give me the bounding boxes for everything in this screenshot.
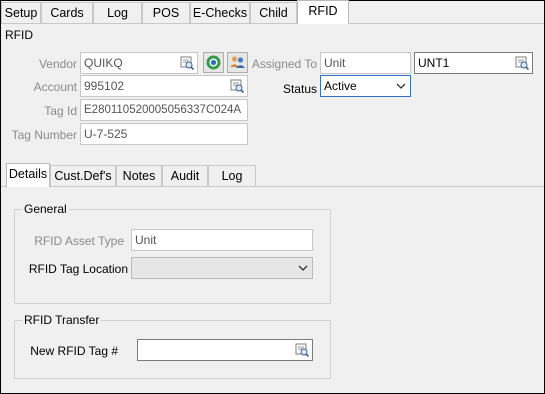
tab-rfid[interactable]: RFID — [297, 0, 349, 24]
account-value: 995102 — [84, 79, 125, 93]
tag-id-field[interactable]: E280110520005056337C024A — [80, 99, 248, 121]
tab-log[interactable]: Log — [93, 2, 142, 23]
vendor-field[interactable]: QUIKQ — [80, 52, 198, 74]
tab-cust-defs[interactable]: Cust.Def's — [50, 165, 116, 186]
users-icon — [230, 56, 245, 68]
tag-number-label: Tag Number — [11, 128, 77, 142]
lookup-icon[interactable] — [180, 56, 194, 70]
detail-tab-divider — [1, 186, 544, 187]
tab-echecks[interactable]: E-Checks — [190, 2, 250, 23]
refresh-globe-icon — [206, 55, 221, 70]
tab-pos[interactable]: POS — [142, 2, 190, 23]
tag-location-select[interactable] — [131, 257, 313, 279]
tab-strip-divider — [1, 23, 544, 24]
users-button[interactable] — [227, 52, 248, 73]
assigned-to-value: UNT1 — [418, 56, 450, 70]
top-tab-strip: Setup Cards Log POS E-Checks Child RFID — [1, 0, 544, 24]
account-field[interactable]: 995102 — [80, 75, 248, 97]
status-select[interactable]: Active — [320, 75, 411, 97]
rfid-window: Setup Cards Log POS E-Checks Child RFID … — [1, 0, 544, 393]
tag-id-value: E280110520005056337C024A — [84, 104, 242, 116]
chevron-down-icon — [298, 265, 308, 271]
refresh-button[interactable] — [203, 52, 224, 73]
tab-cards[interactable]: Cards — [41, 2, 93, 23]
assigned-to-type-field[interactable]: Unit — [320, 52, 411, 74]
tab-details[interactable]: Details — [6, 163, 50, 187]
status-label: Status — [282, 82, 317, 96]
new-tag-field[interactable] — [137, 339, 313, 361]
assigned-to-type-value: Unit — [324, 56, 346, 70]
tag-id-label: Tag Id — [44, 104, 77, 118]
assigned-to-field[interactable]: UNT1 — [414, 52, 533, 74]
tab-setup[interactable]: Setup — [1, 2, 41, 23]
lookup-icon[interactable] — [515, 56, 529, 70]
tab-audit[interactable]: Audit — [162, 165, 208, 186]
section-title: RFID — [5, 28, 33, 42]
asset-type-field[interactable]: Unit — [131, 229, 313, 251]
tab-log-detail[interactable]: Log — [208, 165, 256, 186]
new-tag-label: New RFID Tag # — [30, 344, 118, 358]
tag-number-value: U-7-525 — [84, 127, 128, 141]
tag-number-field[interactable]: U-7-525 — [80, 123, 248, 145]
tag-location-label: RFID Tag Location — [28, 262, 128, 276]
asset-type-label: RFID Asset Type — [34, 234, 124, 248]
vendor-value: QUIKQ — [84, 56, 123, 70]
account-label: Account — [33, 80, 77, 94]
asset-type-value: Unit — [135, 233, 157, 247]
status-value: Active — [324, 79, 357, 93]
transfer-group-title: RFID Transfer — [22, 313, 102, 327]
lookup-icon[interactable] — [230, 79, 244, 93]
vendor-label: Vendor — [38, 57, 77, 71]
general-group-title: General — [22, 202, 69, 216]
tab-notes[interactable]: Notes — [116, 165, 162, 186]
lookup-icon[interactable] — [295, 343, 309, 357]
tab-child[interactable]: Child — [250, 2, 297, 23]
chevron-down-icon — [396, 83, 406, 89]
assigned-to-label: Assigned To — [251, 57, 317, 71]
